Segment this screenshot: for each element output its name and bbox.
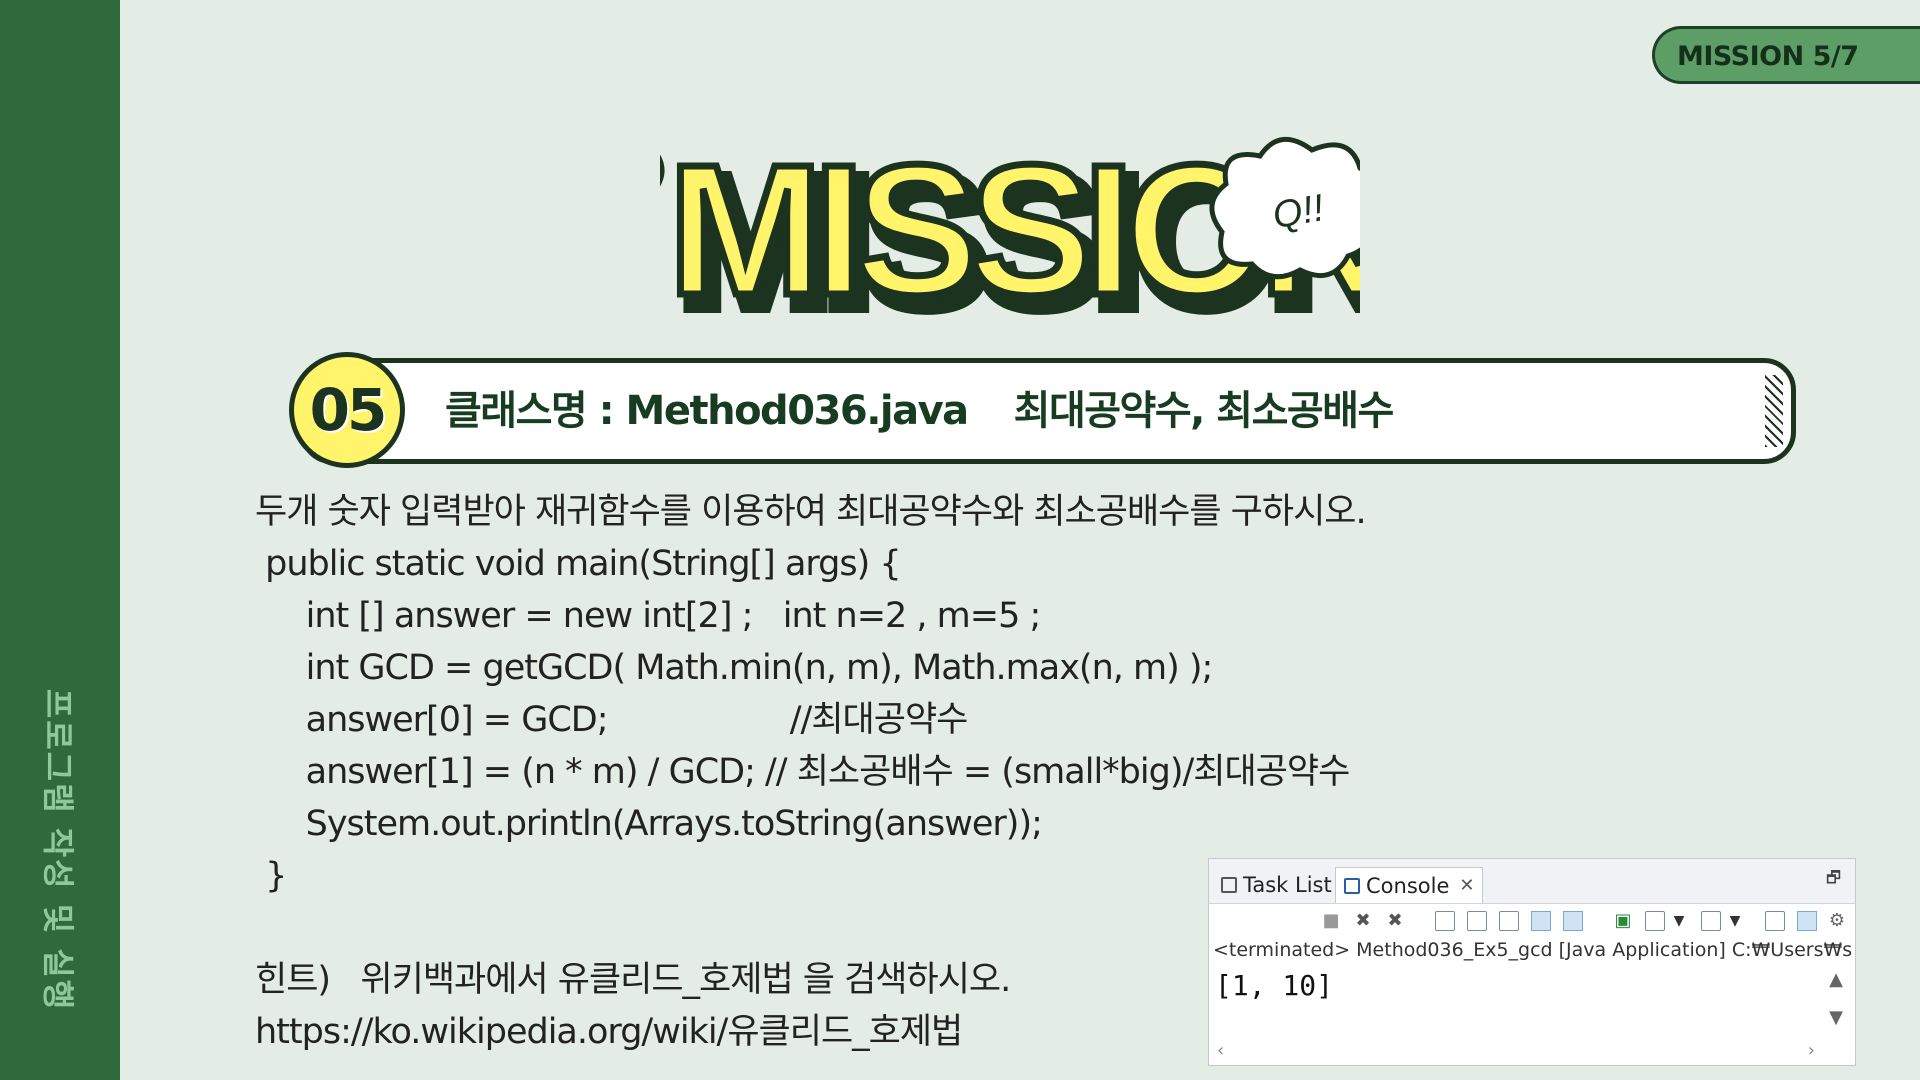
link-with-editor-icon[interactable] <box>1797 911 1817 931</box>
mission-number: 05 <box>309 376 388 444</box>
copy-icon[interactable] <box>1765 911 1785 931</box>
eclipse-console-panel: Task List Console ✕ 🗗 ■ ✖ ✖ ▣ ▼ ▼ ⚙ <ter… <box>1208 858 1856 1066</box>
remove-all-terminated-icon[interactable]: ✖ <box>1385 911 1405 931</box>
console-toolbar: ■ ✖ ✖ ▣ ▼ ▼ ⚙ <box>1209 903 1855 937</box>
question-mark-icon <box>660 154 665 187</box>
scroll-lock-icon[interactable] <box>1467 911 1487 931</box>
gear-icon[interactable]: ⚙ <box>1827 911 1847 931</box>
clear-console-icon[interactable] <box>1435 911 1455 931</box>
scroll-down-icon[interactable]: ▼ <box>1829 1007 1843 1028</box>
code-line: int GCD = getGCD( Math.min(n, m), Math.m… <box>255 648 1214 688</box>
console-icon <box>1344 877 1360 894</box>
code-line: System.out.println(Arrays.toString(answe… <box>255 804 1043 844</box>
terminate-icon[interactable]: ■ <box>1321 911 1341 931</box>
tab-console-label: Console <box>1366 873 1450 898</box>
code-line: } <box>255 856 287 896</box>
hint-line: 힌트) 위키백과에서 유클리드_호제법 을 검색하시오. <box>255 960 1011 1000</box>
mission-title-graphic: MISSION MISSION Q!! <box>660 128 1360 328</box>
scroll-right-icon[interactable]: › <box>1808 1040 1815 1061</box>
scroll-left-icon[interactable]: ‹ <box>1217 1040 1224 1061</box>
class-name-label: 클래스명 : Method036.java <box>445 388 969 434</box>
tab-task-list[interactable]: Task List <box>1213 867 1340 903</box>
word-wrap-icon[interactable] <box>1499 911 1519 931</box>
display-console-icon[interactable] <box>1645 911 1665 931</box>
hint-url[interactable]: https://ko.wikipedia.org/wiki/유클리드_호제법 <box>255 1008 963 1056</box>
code-line: public static void main(String[] args) { <box>255 544 902 584</box>
speech-bubble-text: Q!! <box>1270 187 1328 237</box>
mission-header-text: 클래스명 : Method036.java 최대공약수, 최소공배수 <box>445 378 1395 436</box>
tab-task-list-label: Task List <box>1243 873 1332 897</box>
code-line: answer[0] = GCD; //최대공약수 <box>255 700 969 740</box>
description-line: 두개 숫자 입력받아 재귀함수를 이용하여 최대공약수와 최소공배수를 구하시오… <box>255 492 1367 532</box>
chevron-down-icon[interactable]: ▼ <box>1725 911 1745 931</box>
tab-console[interactable]: Console ✕ <box>1335 867 1484 903</box>
mission-number-badge: 05 <box>289 352 405 468</box>
show-on-stdout-icon[interactable] <box>1531 911 1551 931</box>
sidebar-vertical-label: 프로그램 작성 및 실행 <box>39 688 77 1012</box>
mission-progress-label: MISSION 5/7 <box>1677 41 1859 72</box>
scroll-up-icon[interactable]: ▲ <box>1829 969 1843 990</box>
close-icon[interactable]: ✕ <box>1459 875 1474 896</box>
task-list-icon <box>1221 877 1237 893</box>
console-status-line: <terminated> Method036_Ex5_gcd [Java App… <box>1213 939 1853 961</box>
header-stripes-decoration <box>1765 375 1783 447</box>
mission-topic: 최대공약수, 최소공배수 <box>1013 388 1395 434</box>
code-line: int [] answer = new int[2] ; int n=2 , m… <box>255 596 1042 636</box>
pin-console-icon[interactable]: ▣ <box>1613 911 1633 931</box>
code-line: answer[1] = (n * m) / GCD; // 최소공배수 = (s… <box>255 752 1351 792</box>
speech-bubble-icon: Q!! <box>1209 136 1360 280</box>
console-output: [1, 10] <box>1215 969 1334 1002</box>
console-tab-strip: Task List Console ✕ 🗗 <box>1209 859 1855 904</box>
sidebar: 프로그램 작성 및 실행 <box>0 0 120 1080</box>
chevron-down-icon[interactable]: ▼ <box>1669 911 1689 931</box>
minimize-icon[interactable]: 🗗 <box>1826 867 1841 894</box>
mission-progress-badge: MISSION 5/7 <box>1652 26 1920 84</box>
open-console-icon[interactable] <box>1701 911 1721 931</box>
remove-launch-icon[interactable]: ✖ <box>1353 911 1373 931</box>
show-on-stderr-icon[interactable] <box>1563 911 1583 931</box>
